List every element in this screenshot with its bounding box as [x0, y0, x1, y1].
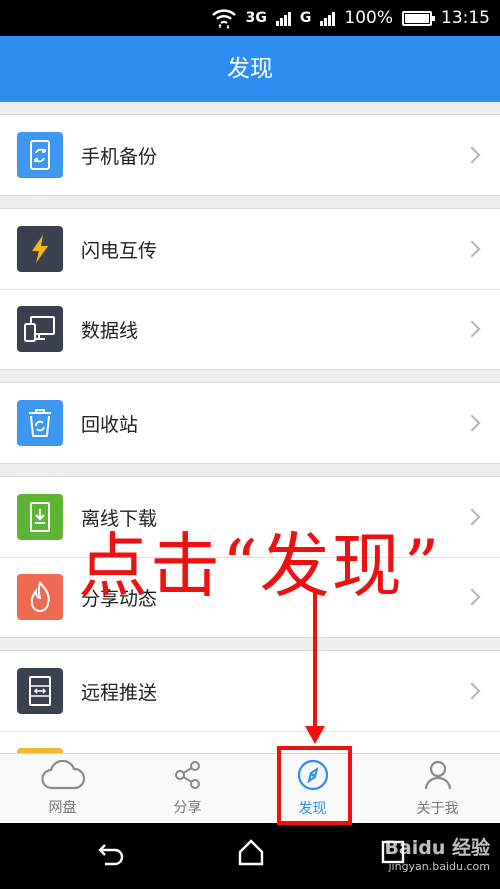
- annotation-arrow: [305, 590, 325, 744]
- annotation-highlight-box: [277, 746, 352, 825]
